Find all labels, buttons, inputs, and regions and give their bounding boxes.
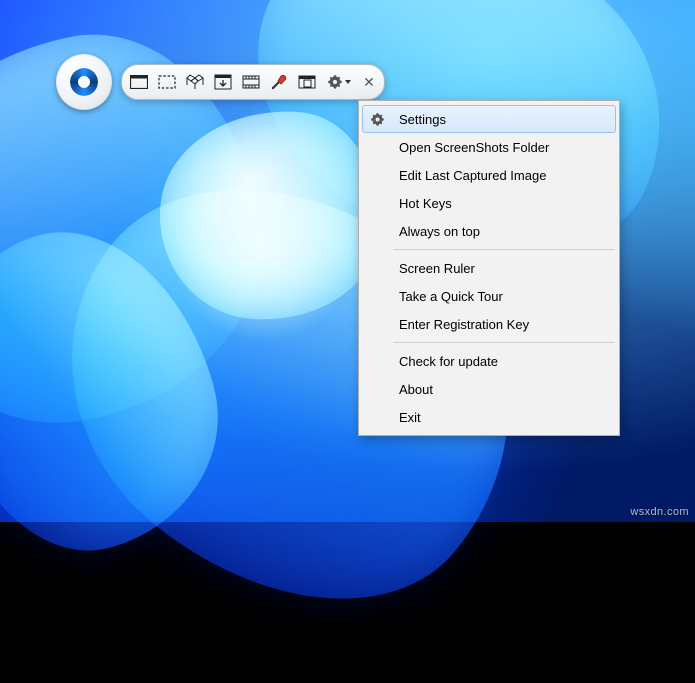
close-button[interactable]: ✕ (360, 71, 378, 93)
menu-item-hot_keys[interactable]: Hot Keys (362, 189, 616, 217)
menu-item-settings[interactable]: Settings (362, 105, 616, 133)
menu-item-always_top[interactable]: Always on top (362, 217, 616, 245)
capture-window-button[interactable] (184, 71, 206, 93)
open-folder-button[interactable] (296, 71, 318, 93)
menu-item-screen_ruler[interactable]: Screen Ruler (362, 254, 616, 282)
menu-item-enter_key[interactable]: Enter Registration Key (362, 310, 616, 338)
scroll-icon (214, 74, 232, 90)
fullscreen-icon (130, 75, 148, 89)
menu-item-label: Check for update (399, 354, 498, 369)
menu-item-label: Take a Quick Tour (399, 289, 503, 304)
menu-item-exit[interactable]: Exit (362, 403, 616, 431)
menu-item-label: Exit (399, 410, 421, 425)
menu-separator (393, 342, 615, 343)
gear-icon (327, 74, 343, 90)
color-picker-button[interactable] (268, 71, 290, 93)
menu-item-label: Open ScreenShots Folder (399, 140, 549, 155)
capture-fullscreen-button[interactable] (128, 71, 150, 93)
settings-dropdown-button[interactable] (324, 71, 354, 93)
settings-menu: Settings Open ScreenShots Folder Edit Last… (358, 100, 620, 436)
gear-icon (368, 110, 386, 128)
window-icon (186, 74, 204, 90)
menu-item-about[interactable]: About (362, 375, 616, 403)
folder-icon (298, 75, 316, 89)
app-toolbar: ✕ (121, 64, 385, 100)
menu-item-label: Hot Keys (399, 196, 452, 211)
menu-item-open_folder[interactable]: Open ScreenShots Folder (362, 133, 616, 161)
menu-item-label: Always on top (399, 224, 480, 239)
video-icon (242, 74, 260, 90)
region-icon (158, 75, 176, 89)
menu-item-label: Edit Last Captured Image (399, 168, 546, 183)
record-video-button[interactable] (240, 71, 262, 93)
watermark: wsxdn.com (630, 506, 689, 518)
app-logo (56, 54, 112, 110)
capture-scroll-button[interactable] (212, 71, 234, 93)
menu-item-check_update[interactable]: Check for update (362, 347, 616, 375)
menu-item-edit_last[interactable]: Edit Last Captured Image (362, 161, 616, 189)
menu-item-label: Enter Registration Key (399, 317, 529, 332)
app-logo-ring-icon (70, 68, 98, 96)
menu-separator (393, 249, 615, 250)
menu-item-label: About (399, 382, 433, 397)
chevron-down-icon (344, 78, 352, 86)
menu-item-label: Screen Ruler (399, 261, 475, 276)
menu-item-quick_tour[interactable]: Take a Quick Tour (362, 282, 616, 310)
eyedropper-icon (270, 73, 288, 91)
close-icon: ✕ (363, 75, 375, 89)
menu-item-label: Settings (399, 112, 446, 127)
capture-region-button[interactable] (156, 71, 178, 93)
